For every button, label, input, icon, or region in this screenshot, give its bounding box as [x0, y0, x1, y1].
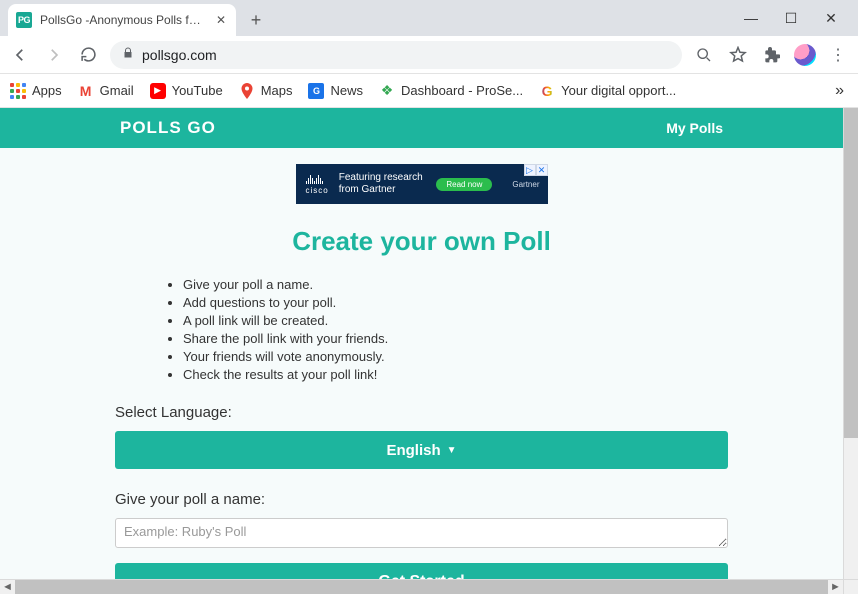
- close-window-icon[interactable]: ✕: [818, 10, 844, 27]
- page-title: Create your own Poll: [115, 226, 728, 257]
- zoom-icon[interactable]: [692, 43, 716, 67]
- bookmark-gmail[interactable]: M Gmail: [78, 83, 134, 99]
- url-text: pollsgo.com: [142, 47, 217, 63]
- list-item: Share the poll link with your friends.: [183, 331, 728, 346]
- my-polls-link[interactable]: My Polls: [666, 120, 723, 136]
- site-logo[interactable]: Polls Go: [120, 118, 216, 138]
- scroll-right-icon[interactable]: ►: [828, 581, 843, 593]
- instructions-list: Give your poll a name. Add questions to …: [115, 277, 728, 382]
- browser-titlebar: PG PollsGo -Anonymous Polls for W ✕ + — …: [0, 0, 858, 36]
- apps-icon: [10, 83, 26, 99]
- bookmark-label: News: [330, 83, 363, 98]
- ad-banner[interactable]: cisco Featuring research from Gartner Re…: [296, 164, 548, 204]
- scroll-left-icon[interactable]: ◄: [0, 581, 15, 593]
- scroll-corner: [843, 579, 858, 594]
- profile-avatar[interactable]: [794, 44, 816, 66]
- menu-icon[interactable]: ⋮: [826, 43, 850, 67]
- close-tab-icon[interactable]: ✕: [214, 13, 228, 27]
- poll-name-input[interactable]: [115, 518, 728, 548]
- extensions-icon[interactable]: [760, 43, 784, 67]
- bookmarks-bar: Apps M Gmail ▶ YouTube Maps G News ❖ Das…: [0, 74, 858, 108]
- browser-toolbar: pollsgo.com ⋮: [0, 36, 858, 74]
- bookmark-label: Dashboard - ProSe...: [401, 83, 523, 98]
- ad-line1: Featuring research: [339, 172, 423, 184]
- window-controls: — ☐ ✕: [738, 0, 854, 36]
- reload-icon[interactable]: [76, 43, 100, 67]
- poll-name-label: Give your poll a name:: [115, 491, 728, 508]
- bookmark-label: Your digital opport...: [561, 83, 676, 98]
- news-icon: G: [308, 83, 324, 99]
- adchoices-icon[interactable]: ▷: [524, 164, 536, 176]
- scrollbar-thumb[interactable]: [844, 108, 858, 438]
- bookmark-youtube[interactable]: ▶ YouTube: [150, 83, 223, 99]
- vertical-scrollbar[interactable]: [843, 108, 858, 579]
- scrollbar-thumb[interactable]: [15, 580, 828, 594]
- bookmark-dashboard[interactable]: ❖ Dashboard - ProSe...: [379, 83, 523, 99]
- bookmark-label: Apps: [32, 83, 62, 98]
- address-bar[interactable]: pollsgo.com: [110, 41, 682, 69]
- ad-close-icon[interactable]: ✕: [536, 164, 548, 176]
- tab-title: PollsGo -Anonymous Polls for W: [40, 13, 206, 27]
- ad-partner: Gartner: [512, 180, 539, 189]
- site-navbar: Polls Go My Polls: [0, 108, 843, 148]
- favicon: PG: [16, 12, 32, 28]
- leaf-icon: ❖: [379, 83, 395, 99]
- language-dropdown[interactable]: English ▼: [115, 431, 728, 469]
- ad-brand: cisco: [306, 186, 329, 195]
- google-icon: G: [539, 83, 555, 99]
- bookmark-label: Gmail: [100, 83, 134, 98]
- get-started-button[interactable]: Get Started: [115, 563, 728, 579]
- chevron-down-icon: ▼: [447, 445, 457, 456]
- cisco-logo-icon: [306, 174, 329, 184]
- page-viewport: Polls Go My Polls cisco Featuring resear…: [0, 108, 843, 579]
- horizontal-scrollbar[interactable]: ◄ ►: [0, 579, 843, 594]
- minimize-icon[interactable]: —: [738, 10, 764, 26]
- ad-line2: from Gartner: [339, 184, 423, 196]
- bookmark-digital-opport[interactable]: G Your digital opport...: [539, 83, 676, 99]
- browser-tab[interactable]: PG PollsGo -Anonymous Polls for W ✕: [8, 4, 236, 36]
- maximize-icon[interactable]: ☐: [778, 10, 804, 27]
- language-selected: English: [386, 442, 440, 459]
- lock-icon: [122, 47, 134, 62]
- list-item: A poll link will be created.: [183, 313, 728, 328]
- bookmark-star-icon[interactable]: [726, 43, 750, 67]
- new-tab-button[interactable]: +: [242, 6, 270, 34]
- list-item: Add questions to your poll.: [183, 295, 728, 310]
- list-item: Give your poll a name.: [183, 277, 728, 292]
- bookmark-label: Maps: [261, 83, 293, 98]
- bookmark-apps[interactable]: Apps: [10, 83, 62, 99]
- bookmarks-overflow-icon[interactable]: »: [835, 82, 844, 100]
- ad-cta-button[interactable]: Read now: [436, 178, 492, 191]
- youtube-icon: ▶: [150, 83, 166, 99]
- back-icon[interactable]: [8, 43, 32, 67]
- maps-icon: [239, 83, 255, 99]
- list-item: Check the results at your poll link!: [183, 367, 728, 382]
- bookmark-news[interactable]: G News: [308, 83, 363, 99]
- language-label: Select Language:: [115, 404, 728, 421]
- forward-icon[interactable]: [42, 43, 66, 67]
- list-item: Your friends will vote anonymously.: [183, 349, 728, 364]
- gmail-icon: M: [78, 83, 94, 99]
- bookmark-label: YouTube: [172, 83, 223, 98]
- bookmark-maps[interactable]: Maps: [239, 83, 293, 99]
